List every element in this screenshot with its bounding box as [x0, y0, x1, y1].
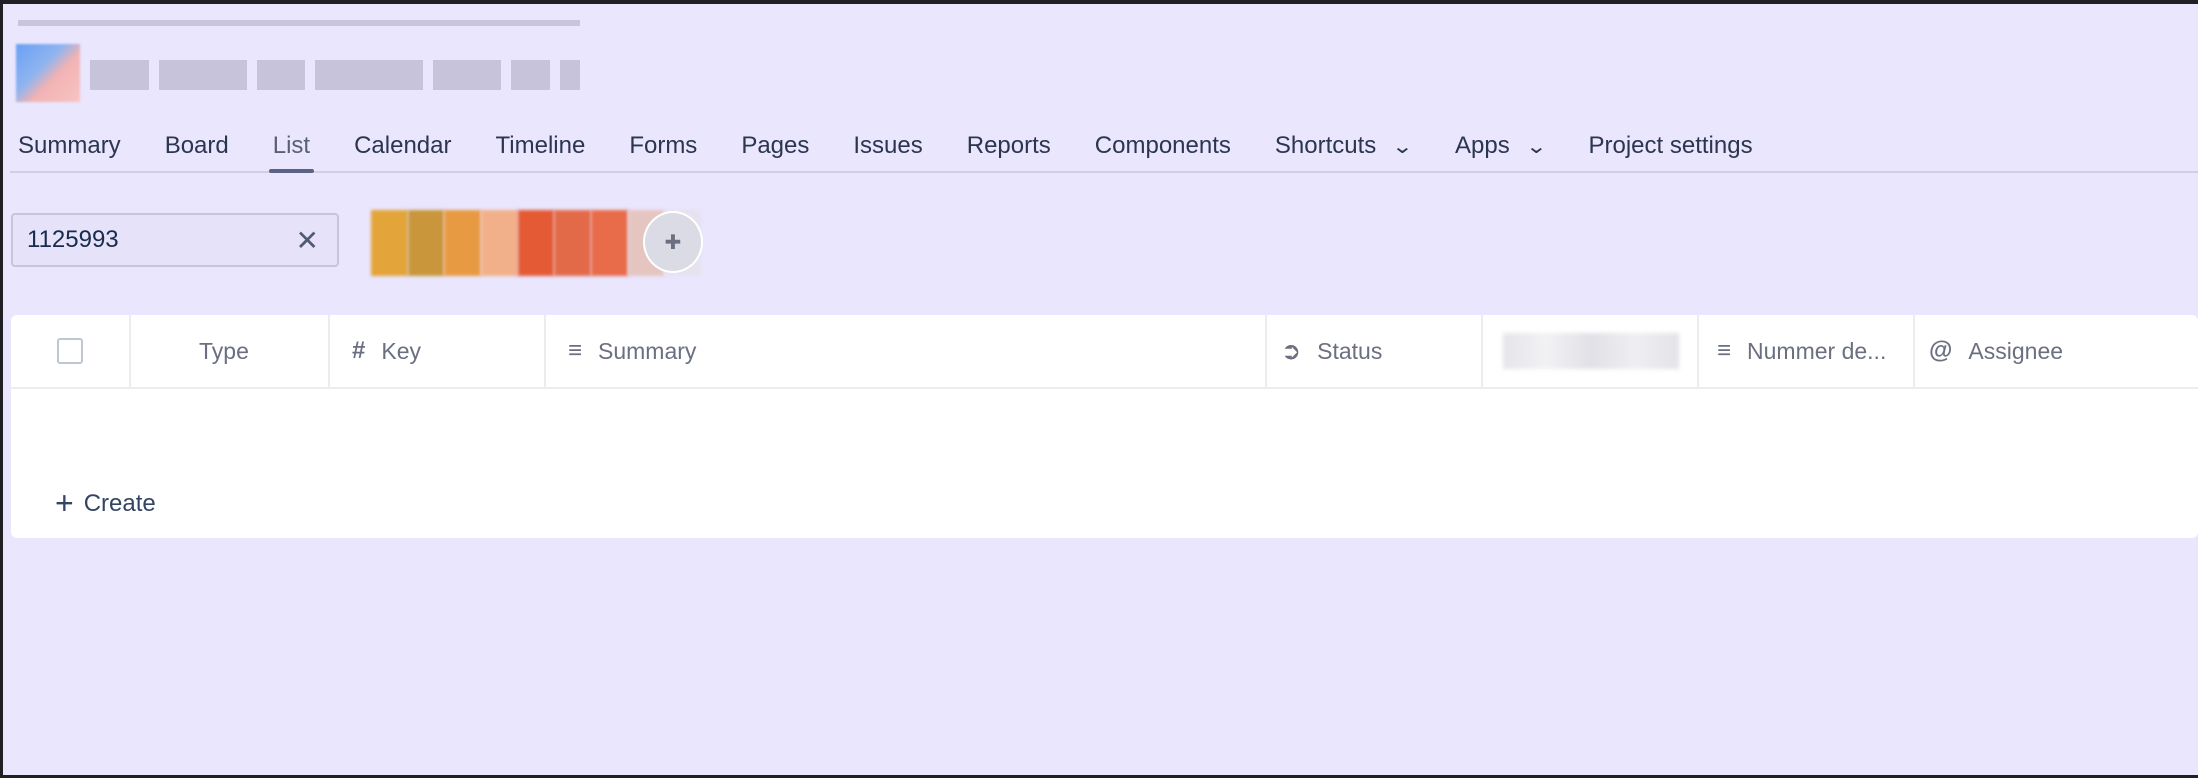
- tab-label: Pages: [741, 132, 810, 159]
- column-label: Key: [381, 337, 421, 364]
- table-header: Type # Key ≡ Summary ➲ Status ≡ Nummer d…: [11, 315, 2198, 389]
- column-type[interactable]: Type: [131, 315, 330, 387]
- tab-label: Timeline: [495, 132, 586, 159]
- tab-calendar[interactable]: Calendar: [332, 121, 473, 171]
- select-all-checkbox[interactable]: [57, 338, 83, 364]
- blurred-column-label: [1503, 333, 1679, 369]
- tab-label: Components: [1094, 132, 1231, 159]
- tab-label: Calendar: [354, 132, 452, 159]
- tab-project-settings[interactable]: Project settings: [1567, 121, 1775, 171]
- tab-pages[interactable]: Pages: [719, 121, 831, 171]
- project-avatar[interactable]: [16, 44, 80, 102]
- tab-apps[interactable]: Apps ⌄: [1433, 121, 1566, 171]
- tab-board[interactable]: Board: [143, 121, 251, 171]
- project-name-blurred: [90, 60, 580, 94]
- column-summary[interactable]: ≡ Summary: [546, 315, 1267, 387]
- tab-label: Reports: [966, 132, 1051, 159]
- arrow-circle-icon: ➲: [1281, 337, 1302, 365]
- tab-label: Board: [164, 132, 229, 159]
- tab-label: Forms: [629, 132, 698, 159]
- add-people-icon[interactable]: ✚: [643, 211, 703, 273]
- text-lines-icon: ≡: [1717, 337, 1732, 364]
- tab-label: Apps: [1455, 132, 1510, 159]
- tab-components[interactable]: Components: [1073, 121, 1253, 171]
- tab-label: List: [272, 132, 311, 159]
- project-header: [10, 12, 580, 104]
- column-label: Status: [1317, 337, 1383, 364]
- create-label: Create: [83, 489, 156, 517]
- app-window: Summary Board List Calendar Timeline For…: [3, 4, 2198, 775]
- column-blurred[interactable]: [1483, 315, 1699, 387]
- project-nav-tabs: Summary Board List Calendar Timeline For…: [10, 121, 2198, 173]
- tab-summary[interactable]: Summary: [10, 121, 143, 171]
- tab-forms[interactable]: Forms: [607, 121, 719, 171]
- tab-label: Shortcuts: [1274, 132, 1377, 159]
- at-icon: @: [1929, 337, 1953, 364]
- column-label: Summary: [598, 337, 697, 364]
- column-nummer[interactable]: ≡ Nummer de...: [1699, 315, 1915, 387]
- create-button[interactable]: + Create: [55, 485, 156, 522]
- tab-reports[interactable]: Reports: [945, 121, 1073, 171]
- header-bar-blurred: [18, 20, 580, 26]
- tab-label: Summary: [18, 132, 121, 159]
- plus-icon: +: [55, 485, 74, 521]
- text-lines-icon: ≡: [568, 337, 583, 364]
- tab-label: Issues: [853, 132, 923, 159]
- tab-label: Project settings: [1588, 132, 1753, 159]
- close-icon[interactable]: ✕: [296, 224, 319, 257]
- select-all-column: [11, 315, 131, 387]
- tab-issues[interactable]: Issues: [831, 121, 944, 171]
- search-field[interactable]: ✕: [11, 213, 339, 267]
- issue-table: Type # Key ≡ Summary ➲ Status ≡ Nummer d…: [11, 315, 2198, 538]
- tab-list[interactable]: List: [251, 121, 332, 173]
- tab-shortcuts[interactable]: Shortcuts ⌄: [1253, 121, 1433, 171]
- column-label: Assignee: [1968, 337, 2064, 364]
- column-label: Nummer de...: [1747, 337, 1887, 364]
- search-input[interactable]: [13, 225, 279, 255]
- column-assignee[interactable]: @ Assignee: [1915, 315, 2198, 387]
- chevron-down-icon: ⌄: [1391, 135, 1414, 158]
- column-key[interactable]: # Key: [330, 315, 546, 387]
- hash-icon: #: [352, 337, 366, 364]
- column-label: Type: [199, 337, 249, 364]
- column-status[interactable]: ➲ Status: [1267, 315, 1483, 387]
- chevron-down-icon: ⌄: [1525, 135, 1548, 158]
- tab-timeline[interactable]: Timeline: [474, 121, 608, 171]
